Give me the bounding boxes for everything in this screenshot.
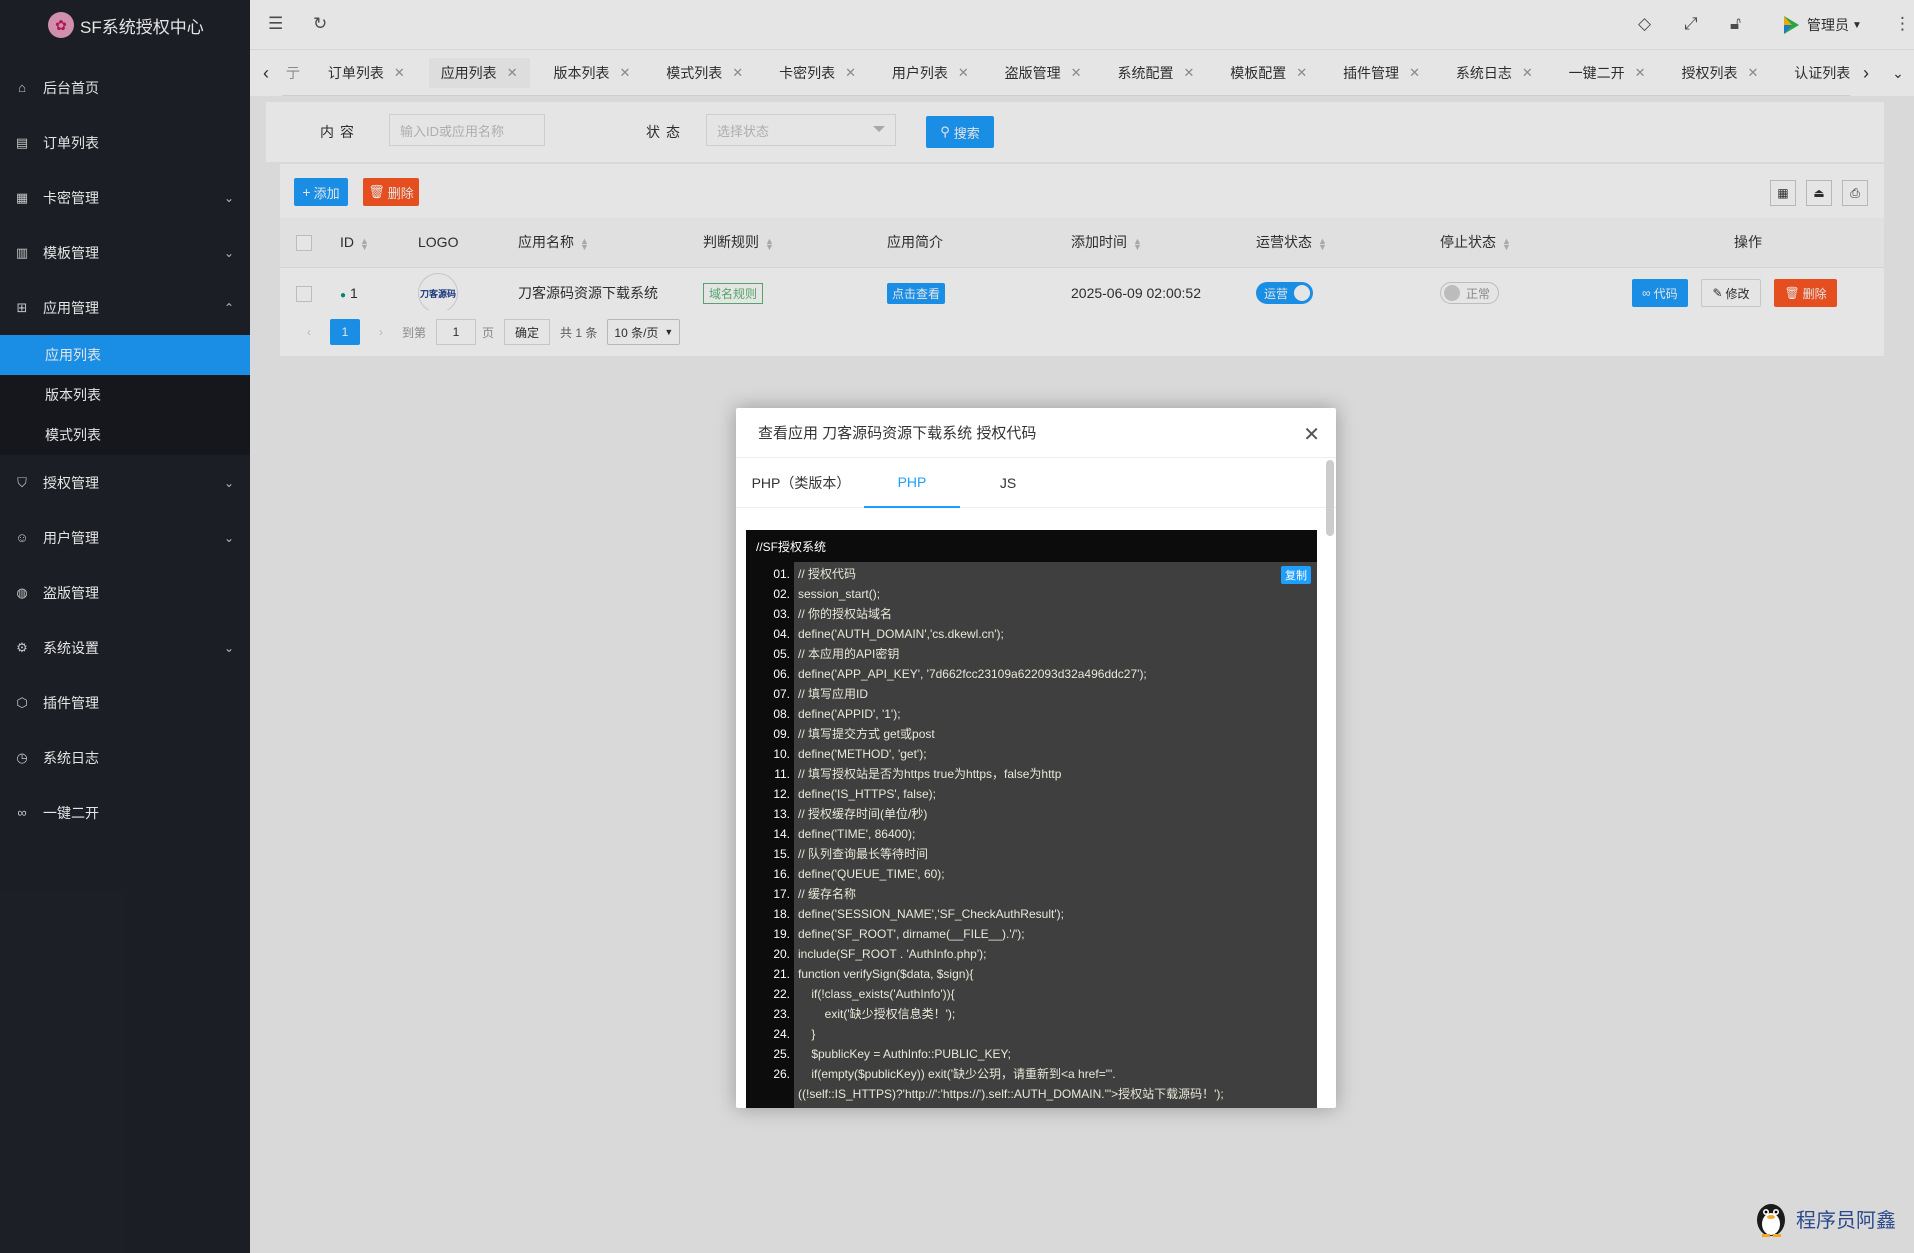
code-line: ((!self::IS_HTTPS)?'http://':'https://')… <box>746 1084 1317 1104</box>
code-line: 16. define('QUEUE_TIME', 60); <box>746 864 1317 884</box>
code-text: define('TIME', 86400); <box>798 827 916 841</box>
line-number: 01. <box>773 567 790 581</box>
line-number: 02. <box>773 587 790 601</box>
line-number: 14. <box>773 827 790 841</box>
code-line: 05. // 本应用的API密钥 <box>746 644 1317 664</box>
code-text: define('SESSION_NAME','SF_CheckAuthResul… <box>798 907 1064 921</box>
line-number: 26. <box>773 1067 790 1081</box>
code-text: define('AUTH_DOMAIN','cs.dkewl.cn'); <box>798 627 1004 641</box>
line-number: 23. <box>773 1007 790 1021</box>
code-block-header: //SF授权系统 <box>756 539 827 554</box>
line-number: 06. <box>773 667 790 681</box>
code-line: 21. function verifySign($data, $sign){ <box>746 964 1317 984</box>
code-text: define('QUEUE_TIME', 60); <box>798 867 945 881</box>
code-text: // 本应用的API密钥 <box>798 647 900 661</box>
line-number: 19. <box>773 927 790 941</box>
code-text: // 队列查询最长等待时间 <box>798 847 929 861</box>
code-block: //SF授权系统 复制 01.// 授权代码 02. session_start()… <box>746 530 1317 1108</box>
code-text: // 缓存名称 <box>798 887 857 901</box>
line-number: 21. <box>773 967 790 981</box>
code-line: 18. define('SESSION_NAME','SF_CheckAuthRe… <box>746 904 1317 924</box>
code-text: define('APPID', '1'); <box>798 707 901 721</box>
watermark-text: 程序员阿鑫 <box>1796 1209 1896 1232</box>
line-number: 10. <box>773 747 790 761</box>
code-line: 06. define('APP_API_KEY', '7d662fcc23109a… <box>746 664 1317 684</box>
code-line: 23. exit('缺少授权信息类！'); <box>746 1004 1317 1024</box>
code-text: // 授权代码 <box>798 567 857 581</box>
code-line: 11. // 填写授权站是否为https true为https，false为htt… <box>746 764 1317 784</box>
code-text: // 填写应用ID <box>798 687 869 701</box>
code-line: 20. include(SF_ROOT . 'AuthInfo.php'); <box>746 944 1317 964</box>
code-line: 14. define('TIME', 86400); <box>746 824 1317 844</box>
code-text: // 填写授权站是否为https true为https，false为http <box>798 767 1062 781</box>
code-text: define('APP_API_KEY', '7d662fcc23109a622… <box>798 667 1147 681</box>
code-line: 26. if(empty($publicKey)) exit('缺少公玥，请重新… <box>746 1064 1317 1084</box>
line-number: 16. <box>773 867 790 881</box>
line-number: 11. <box>774 767 790 781</box>
line-number: 20. <box>773 947 790 961</box>
line-number: 17. <box>773 887 790 901</box>
code-text: function verifySign($data, $sign){ <box>798 967 974 981</box>
code-line: 03. // 你的授权站域名 <box>746 604 1317 624</box>
auth-code-modal: 查看应用 刀客源码资源下载系统 授权代码 ✕ PHP（类版本） PHP JS /… <box>736 408 1336 1108</box>
code-text: } <box>798 1027 816 1041</box>
line-number: 22. <box>773 987 790 1001</box>
code-text: session_start(); <box>798 587 881 601</box>
line-number: 24. <box>773 1027 790 1041</box>
code-line: 08. define('APPID', '1'); <box>746 704 1317 724</box>
modal-title: 查看应用 刀客源码资源下载系统 授权代码 <box>758 425 1037 442</box>
watermark: 程序员阿鑫 <box>1752 1198 1896 1238</box>
code-text: // 授权缓存时间(单位/秒) <box>798 807 928 821</box>
code-line: 13. // 授权缓存时间(单位/秒) <box>746 804 1317 824</box>
line-number: 05. <box>773 647 790 661</box>
line-number: 18. <box>773 907 790 921</box>
line-number: 12. <box>773 787 790 801</box>
code-line: 09. // 填写提交方式 get或post <box>746 724 1317 744</box>
code-text: define('IS_HTTPS', false); <box>798 787 936 801</box>
line-number: 13. <box>773 807 790 821</box>
code-text: $publicKey = AuthInfo::PUBLIC_KEY; <box>798 1047 1012 1061</box>
code-line: 25. $publicKey = AuthInfo::PUBLIC_KEY; <box>746 1044 1317 1064</box>
line-number: 07. <box>773 687 790 701</box>
penguin-logo-icon <box>1757 1204 1785 1237</box>
code-line: 17. // 缓存名称 <box>746 884 1317 904</box>
code-line: 10. define('METHOD', 'get'); <box>746 744 1317 764</box>
tab-php-class[interactable]: PHP（类版本） <box>736 458 866 508</box>
code-line: 04. define('AUTH_DOMAIN','cs.dkewl.cn'); <box>746 624 1317 644</box>
code-text: define('METHOD', 'get'); <box>798 747 927 761</box>
code-text: // 你的授权站域名 <box>798 607 893 621</box>
line-number: 15. <box>773 847 790 861</box>
code-text: ((!self::IS_HTTPS)?'http://':'https://')… <box>798 1087 1224 1101</box>
code-body: 复制 01.// 授权代码 02. session_start(); 03.// 你的… <box>746 562 1317 1108</box>
code-line: 15. // 队列查询最长等待时间 <box>746 844 1317 864</box>
code-line: 12. define('IS_HTTPS', false); <box>746 784 1317 804</box>
code-text: define('SF_ROOT', dirname(__FILE__).'/')… <box>798 927 1025 941</box>
modal-title-bar: 查看应用 刀客源码资源下载系统 授权代码 ✕ <box>736 408 1336 458</box>
code-line: 19. define('SF_ROOT', dirname(__FILE__).'… <box>746 924 1317 944</box>
code-text: if(empty($publicKey)) exit('缺少公玥，请重新到<a … <box>798 1067 1116 1081</box>
code-text: if(!class_exists('AuthInfo')){ <box>798 987 955 1001</box>
code-line: 22. if(!class_exists('AuthInfo')){ <box>746 984 1317 1004</box>
code-line: 02. session_start(); <box>746 584 1317 604</box>
line-number: 25. <box>773 1047 790 1061</box>
modal-tabs: PHP（类版本） PHP JS <box>736 458 1336 508</box>
modal-scrollbar[interactable] <box>1326 460 1334 536</box>
code-line: 07. // 填写应用ID <box>746 684 1317 704</box>
code-text: include(SF_ROOT . 'AuthInfo.php'); <box>798 947 987 961</box>
code-text: exit('缺少授权信息类！'); <box>798 1007 956 1021</box>
line-number: 08. <box>773 707 790 721</box>
tab-js[interactable]: JS <box>960 458 1056 508</box>
code-line: 24. } <box>746 1024 1317 1044</box>
line-number: 04. <box>773 627 790 641</box>
tab-php[interactable]: PHP <box>864 458 960 508</box>
close-icon[interactable]: ✕ <box>1303 422 1320 447</box>
line-number: 09. <box>773 727 790 741</box>
code-line: 01. // 授权代码 <box>746 564 1317 584</box>
code-text: // 填写提交方式 get或post <box>798 727 935 741</box>
line-number: 03. <box>773 607 790 621</box>
